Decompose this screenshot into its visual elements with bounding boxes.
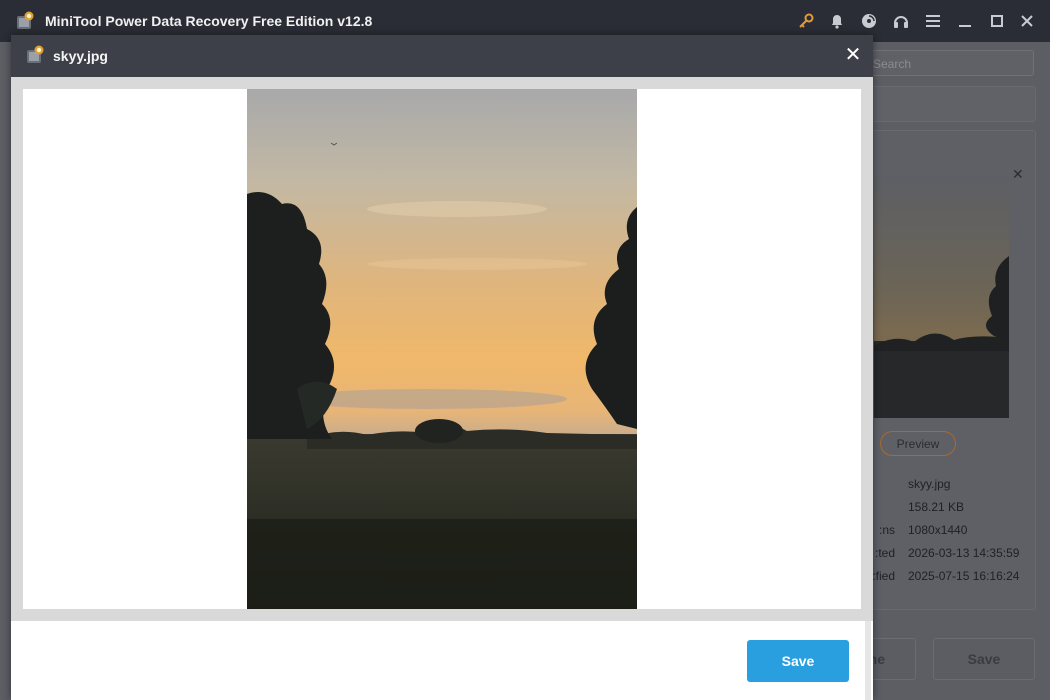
app-title: MiniTool Power Data Recovery Free Editio… (45, 13, 373, 29)
save-button[interactable]: Save (747, 640, 849, 682)
info-value-dimensions: 1080x1440 (908, 523, 968, 537)
menu-icon[interactable] (923, 11, 943, 31)
close-icon[interactable] (1017, 11, 1037, 31)
preview-dialog: skyy.jpg ✕ Save (11, 35, 873, 700)
app-logo-icon (17, 11, 34, 29)
bell-icon[interactable] (827, 11, 847, 31)
image-canvas (23, 89, 861, 609)
minimize-icon[interactable] (955, 11, 975, 31)
background-save-button[interactable]: Save (933, 638, 1035, 680)
info-value-created: 2026-03-13 14:35:59 (908, 546, 1020, 560)
disc-icon[interactable] (859, 11, 879, 31)
dialog-header: skyy.jpg ✕ (11, 35, 873, 77)
preview-button[interactable]: Preview (880, 431, 956, 456)
maximize-icon[interactable] (987, 11, 1007, 31)
headset-icon[interactable] (891, 11, 911, 31)
preview-panel-close-icon[interactable]: ✕ (1012, 166, 1024, 183)
dialog-footer: Save (11, 621, 873, 700)
preview-area (11, 77, 873, 621)
key-icon[interactable] (796, 11, 816, 31)
toolbar-strip (860, 86, 1036, 122)
preview-image (247, 89, 637, 609)
info-value-size: 158.21 KB (908, 500, 965, 514)
search-input[interactable]: Search (864, 50, 1034, 76)
info-value-modified: 2025-07-15 16:16:24 (908, 569, 1020, 583)
dialog-close-icon[interactable]: ✕ (843, 44, 863, 66)
dialog-scrollbar[interactable] (865, 621, 871, 700)
thumbnail-image (874, 176, 1009, 418)
app-logo-icon (27, 45, 44, 63)
info-value-name: skyy.jpg (908, 477, 951, 491)
dialog-title: skyy.jpg (53, 48, 108, 64)
